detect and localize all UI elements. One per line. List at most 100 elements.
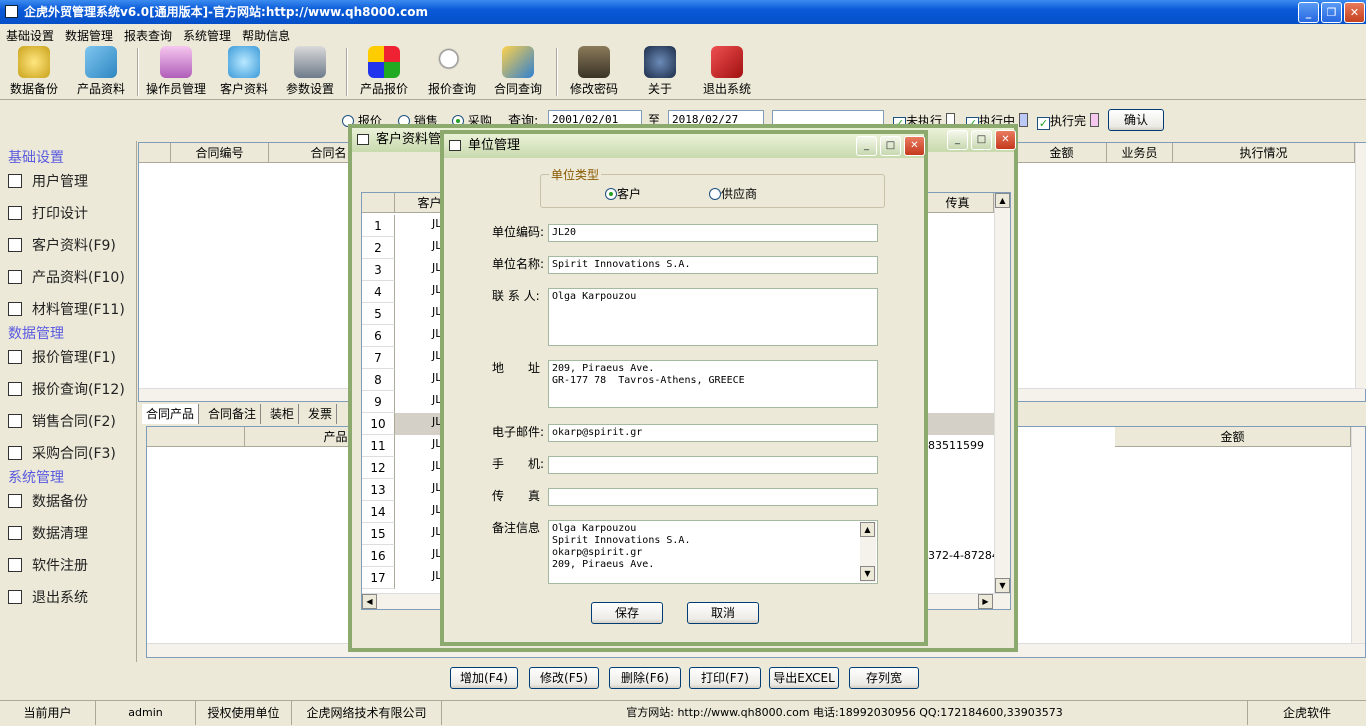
add-button[interactable]: 增加(F4) xyxy=(450,667,518,689)
row-number: 2 xyxy=(362,237,395,259)
unit-maximize-button[interactable]: □ xyxy=(880,136,901,156)
toolbar-product-quote[interactable]: 产品报价 xyxy=(356,46,412,97)
column-header-amount[interactable]: 金额 xyxy=(1115,427,1351,447)
customer-minimize-button[interactable]: _ xyxy=(947,130,968,150)
row-number: 7 xyxy=(362,347,395,369)
cancel-button[interactable]: 取消 xyxy=(687,602,759,624)
confirm-button[interactable]: 确认 xyxy=(1108,109,1164,131)
print-button[interactable]: 打印(F7) xyxy=(689,667,761,689)
contract-grid-vscroll[interactable] xyxy=(1355,143,1366,389)
column-header-execution[interactable]: 执行情况 xyxy=(1173,143,1355,163)
database-icon xyxy=(18,46,50,78)
column-header-fax[interactable]: 传真 xyxy=(922,193,994,213)
product-icon xyxy=(85,46,117,78)
radio-type-customer[interactable]: 客户 xyxy=(605,185,641,202)
key-icon xyxy=(578,46,610,78)
scroll-right-icon[interactable]: ▶ xyxy=(978,594,993,609)
toolbar-parameter-settings[interactable]: 参数设置 xyxy=(282,46,338,97)
detail-grid-vscroll[interactable] xyxy=(1351,427,1365,643)
sidebar-item-product-data[interactable]: 产品资料(F10) xyxy=(8,267,125,287)
customer-maximize-button[interactable]: □ xyxy=(971,130,992,150)
scroll-up-icon[interactable]: ▲ xyxy=(995,193,1010,208)
app-icon xyxy=(5,5,18,18)
checkbox-done[interactable]: ✓ 执行完 xyxy=(1037,112,1100,130)
edit-icon xyxy=(8,590,22,604)
contact-field[interactable]: Olga Karpouzou xyxy=(548,288,878,346)
sidebar-item-customer-data[interactable]: 客户资料(F9) xyxy=(8,235,116,255)
toolbar-about[interactable]: 关于 xyxy=(636,46,684,97)
toolbar-customer-data[interactable]: 客户资料 xyxy=(216,46,272,97)
column-header-salesperson[interactable]: 业务员 xyxy=(1107,143,1173,163)
customer-grid-vscroll[interactable]: ▲ ▼ xyxy=(994,193,1010,593)
unit-close-button[interactable]: ✕ xyxy=(904,136,925,156)
code-label: 单位编码: xyxy=(492,225,545,239)
notes-field[interactable]: Olga Karpouzou Spirit Innovations S.A. o… xyxy=(548,520,878,584)
sidebar-item-sales-contract[interactable]: 销售合同(F2) xyxy=(8,411,116,431)
menu-data-management[interactable]: 数据管理 xyxy=(59,24,118,44)
unit-minimize-button[interactable]: _ xyxy=(856,136,877,156)
sidebar-item-user-management[interactable]: 用户管理 xyxy=(8,171,88,191)
tab-loading[interactable]: 装柜 xyxy=(266,404,300,424)
sidebar-item-registration[interactable]: 软件注册 xyxy=(8,555,88,575)
row-number: 13 xyxy=(362,479,395,501)
menu-help[interactable]: 帮助信息 xyxy=(236,24,295,44)
toolbar-contract-query[interactable]: 合同查询 xyxy=(490,46,546,97)
close-button[interactable]: ✕ xyxy=(1344,2,1365,23)
address-field[interactable]: 209, Piraeus Ave. GR-177 78 Tavros-Athen… xyxy=(548,360,878,408)
minimize-button[interactable]: _ xyxy=(1298,2,1319,23)
tab-contract-products[interactable]: 合同产品 xyxy=(142,404,200,424)
toolbar-operator-management[interactable]: 操作员管理 xyxy=(144,46,208,97)
sidebar-item-purchase-contract[interactable]: 采购合同(F3) xyxy=(8,443,116,463)
scroll-down-icon[interactable]: ▼ xyxy=(995,578,1010,593)
scroll-up-icon[interactable]: ▲ xyxy=(860,522,875,537)
save-button[interactable]: 保存 xyxy=(591,602,663,624)
menu-reports[interactable]: 报表查询 xyxy=(118,24,177,44)
mobile-field[interactable] xyxy=(548,456,878,474)
tab-invoice[interactable]: 发票 xyxy=(304,404,338,424)
edit-icon xyxy=(8,382,22,396)
tab-contract-notes[interactable]: 合同备注 xyxy=(204,404,262,424)
edit-button[interactable]: 修改(F5) xyxy=(529,667,599,689)
edit-icon xyxy=(8,526,22,540)
sidebar-item-data-cleanup[interactable]: 数据清理 xyxy=(8,523,88,543)
code-field[interactable]: JL20 xyxy=(548,224,878,242)
row-number: 12 xyxy=(362,457,395,479)
sidebar-item-exit[interactable]: 退出系统 xyxy=(8,587,88,607)
radio-type-supplier[interactable]: 供应商 xyxy=(709,185,757,202)
row-number: 11 xyxy=(362,435,395,457)
toolbar-product-data[interactable]: 产品资料 xyxy=(72,46,130,97)
column-header-contract-no[interactable]: 合同编号 xyxy=(171,143,269,163)
status-licensee: 企虎网络技术有限公司 xyxy=(292,701,442,725)
contract-icon xyxy=(502,46,534,78)
menu-system[interactable]: 系统管理 xyxy=(177,24,236,44)
sidebar-item-quote-management[interactable]: 报价管理(F1) xyxy=(8,347,116,367)
row-number: 9 xyxy=(362,391,395,413)
toolbar-change-password[interactable]: 修改密码 xyxy=(564,46,624,97)
sidebar-item-quote-query[interactable]: 报价查询(F12) xyxy=(8,379,125,399)
sidebar-item-material-management[interactable]: 材料管理(F11) xyxy=(8,299,125,319)
toolbar-quote-query[interactable]: 报价查询 xyxy=(424,46,480,97)
row-number: 3 xyxy=(362,259,395,281)
restore-button[interactable]: ❐ xyxy=(1321,2,1342,23)
fax-cell: 372-4-872844 xyxy=(928,549,994,562)
export-excel-button[interactable]: 导出EXCEL xyxy=(769,667,839,689)
sidebar-item-data-backup[interactable]: 数据备份 xyxy=(8,491,88,511)
delete-button[interactable]: 删除(F6) xyxy=(609,667,681,689)
status-bar: 当前用户 admin 授权使用单位 企虎网络技术有限公司 官方网站: http:… xyxy=(0,700,1366,726)
scroll-down-icon[interactable]: ▼ xyxy=(860,566,875,581)
scroll-left-icon[interactable]: ◀ xyxy=(362,594,377,609)
row-number: 8 xyxy=(362,369,395,391)
menu-basic-settings[interactable]: 基础设置 xyxy=(0,24,59,44)
save-column-width-button[interactable]: 存列宽 xyxy=(849,667,919,689)
toolbar-exit-system[interactable]: 退出系统 xyxy=(698,46,756,97)
notes-scrollbar[interactable]: ▲ ▼ xyxy=(860,522,876,582)
edit-icon xyxy=(8,302,22,316)
sidebar-item-print-design[interactable]: 打印设计 xyxy=(8,203,88,223)
name-field[interactable]: Spirit Innovations S.A. xyxy=(548,256,878,274)
sidebar-section-basic: 基础设置 xyxy=(8,150,64,166)
customer-close-button[interactable]: ✕ xyxy=(995,130,1016,150)
column-header-amount[interactable]: 金额 xyxy=(1017,143,1107,163)
fax-field[interactable] xyxy=(548,488,878,506)
email-field[interactable]: okarp@spirit.gr xyxy=(548,424,878,442)
toolbar-data-backup[interactable]: 数据备份 xyxy=(6,46,62,97)
